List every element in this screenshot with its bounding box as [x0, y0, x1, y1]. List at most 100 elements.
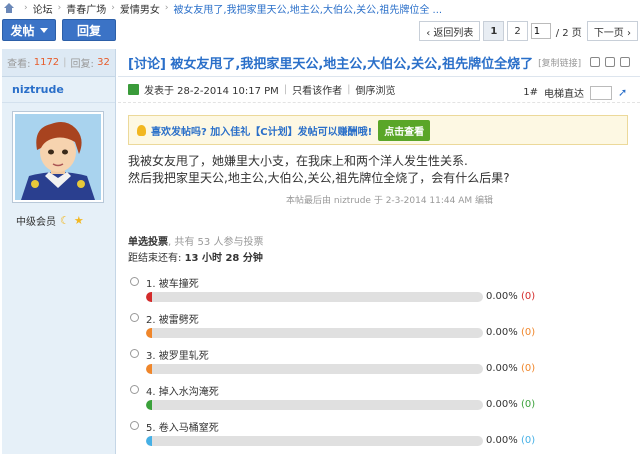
poll-bar	[146, 436, 483, 446]
poll-option: 5. 卷入马桶窒死 0.00% (0)	[128, 419, 628, 454]
floor-number: 1#	[523, 87, 538, 98]
edit-note: 本帖最后由 niztrude 于 2-3-2014 11:44 AM 编辑	[286, 196, 493, 206]
poll-option-label[interactable]: 4. 掉入水沟淹死	[146, 383, 219, 398]
post-title: [讨论] 被女友甩了,我把家里天公,地主公,大伯公,关公,祖先牌位全烧了	[128, 57, 534, 72]
poll-count: (0)	[520, 291, 536, 302]
poll-percent: 0.00% (0)	[486, 363, 536, 374]
views-count: 1172	[33, 57, 60, 68]
breadcrumb: › 论坛 › 青春广场 › 爱情男女 › 被女友甩了,我把家里天公,地主公,大伯…	[0, 0, 640, 16]
post-body-line: 然后我把家里天公,地主公,大伯公,关公,祖先牌位全烧了，会有什么后果?	[128, 171, 510, 185]
breadcrumb-separator: ›	[164, 3, 169, 13]
author-rank: 中级会员 ☾ ★	[16, 213, 84, 228]
posted-time: 发表于 28-2-2014 10:17 PM	[144, 86, 279, 97]
breadcrumb-current[interactable]: 被女友甩了,我把家里天公,地主公,大伯公,关公,祖先牌位全 ...	[173, 1, 442, 16]
poll-bar	[146, 400, 483, 410]
chevron-down-icon	[39, 27, 48, 33]
avatar-portrait-icon	[15, 114, 101, 200]
breadcrumb-separator: ›	[24, 3, 28, 13]
post-body: 我被女友甩了，她嫌里大小支，在我床上和两个洋人发生性关系. 然后我把家里天公,地…	[128, 153, 510, 187]
poll-bar-fill	[146, 364, 152, 374]
title-actions	[590, 57, 630, 67]
post-area: [讨论] 被女友甩了,我把家里天公,地主公,大伯公,关公,祖先牌位全烧了 [复制…	[118, 49, 640, 454]
go-icon[interactable]: ➚	[618, 86, 630, 99]
poll-option-label[interactable]: 3. 被罗里轧死	[146, 347, 209, 362]
next-page-button[interactable]: 下一页 ›	[586, 21, 638, 41]
poll-option: 2. 被雷劈死 0.00% (0)	[128, 311, 628, 347]
pager: ‹ 返回列表 1 2 / 2 页 下一页 ›	[419, 21, 638, 41]
breadcrumb-item-youth[interactable]: 青春广场	[66, 1, 106, 16]
avatar-image	[15, 114, 101, 200]
prev-thread-icon[interactable]	[605, 57, 615, 67]
home-icon[interactable]	[4, 3, 14, 13]
poll-bar	[146, 364, 483, 374]
post-title-row: [讨论] 被女友甩了,我把家里天公,地主公,大伯公,关公,祖先牌位全烧了 [复制…	[118, 49, 640, 77]
poll-count: (0)	[520, 327, 536, 338]
breadcrumb-item-love[interactable]: 爱情男女	[120, 1, 160, 16]
poll-header: 单选投票, 共有 53 人参与投票	[128, 233, 263, 248]
poll-bar	[146, 292, 483, 302]
poll-option: 4. 掉入水沟淹死 0.00% (0)	[128, 383, 628, 419]
poll-option: 1. 被车撞死 0.00% (0)	[128, 275, 628, 311]
copy-link-button[interactable]: [复制链接]	[538, 56, 581, 69]
poll-option-label[interactable]: 5. 卷入马桶窒死	[146, 419, 219, 434]
poll-count: (0)	[520, 363, 536, 374]
thread-stats: 查看: 1172 | 回复: 32	[2, 49, 115, 77]
print-icon[interactable]	[590, 57, 600, 67]
promo-text[interactable]: 喜欢发帖吗? 加入佳礼【C计划】发帖可以赚酬哦!	[151, 123, 372, 138]
replies-label: 回复:	[70, 59, 94, 70]
poll-bar-fill	[146, 328, 152, 338]
poll-count: (0)	[520, 399, 536, 410]
page-total: / 2 页	[555, 27, 582, 39]
poll-bar	[146, 328, 483, 338]
meta-separator: |	[283, 84, 288, 95]
floor-jump: 1# 电梯直达 ➚	[523, 85, 630, 100]
poll-radio[interactable]	[130, 277, 139, 286]
avatar[interactable]	[12, 111, 104, 203]
poll-timer-label: 距结束还有:	[128, 253, 182, 264]
post-button-label: 发帖	[10, 23, 35, 38]
toolbar: 发帖 回复 ‹ 返回列表 1 2 / 2 页 下一页 ›	[0, 19, 640, 45]
star-icon: ★	[73, 214, 84, 227]
poll-type: 单选投票	[128, 237, 168, 248]
moon-icon: ☾	[60, 214, 70, 227]
poll-option-label[interactable]: 1. 被车撞死	[146, 275, 199, 290]
poll-bar-fill	[146, 436, 152, 446]
breadcrumb-separator: ›	[57, 3, 62, 13]
reply-button[interactable]: 回复	[62, 19, 116, 41]
post-body-line: 我被女友甩了，她嫌里大小支，在我床上和两个洋人发生性关系.	[128, 154, 468, 168]
poll-radio[interactable]	[130, 421, 139, 430]
breadcrumb-item-forum[interactable]: 论坛	[33, 1, 53, 16]
poll-percent: 0.00% (0)	[486, 327, 536, 338]
page-2-button[interactable]: 2	[507, 21, 528, 41]
poll-percent: 0.00% (0)	[486, 399, 536, 410]
reverse-order-link[interactable]: 倒序浏览	[356, 82, 396, 97]
page-1-button[interactable]: 1	[483, 21, 505, 41]
back-to-list-button[interactable]: ‹ 返回列表	[419, 21, 481, 41]
post-button[interactable]: 发帖	[2, 19, 56, 41]
reply-button-label: 回复	[76, 23, 101, 38]
author-name[interactable]: niztrude	[2, 77, 115, 103]
jump-label: 电梯直达	[544, 89, 584, 100]
jump-input[interactable]	[590, 85, 612, 100]
promo-notice: 喜欢发帖吗? 加入佳礼【C计划】发帖可以赚酬哦! 点击查看	[128, 115, 628, 145]
author-sidebar: 查看: 1172 | 回复: 32 niztrude 中级会员 ☾ ★	[2, 49, 116, 454]
poll-radio[interactable]	[130, 313, 139, 322]
poll-timer: 距结束还有: 13 小时 28 分钟	[128, 249, 263, 264]
only-author-link[interactable]: 只看该作者	[292, 82, 342, 97]
poll-timer-value: 13 小时 28 分钟	[184, 253, 263, 264]
poll-option-label[interactable]: 2. 被雷劈死	[146, 311, 199, 326]
next-thread-icon[interactable]	[620, 57, 630, 67]
poll-radio[interactable]	[130, 349, 139, 358]
page-input[interactable]	[530, 23, 551, 39]
poll-bar-fill	[146, 292, 152, 302]
promo-view-button[interactable]: 点击查看	[378, 119, 431, 141]
poll-radio[interactable]	[130, 385, 139, 394]
poll-percent: 0.00% (0)	[486, 291, 536, 302]
poll-bar-fill	[146, 400, 152, 410]
poll-voters: , 共有 53 人参与投票	[168, 237, 264, 248]
replies-count: 32	[97, 57, 110, 68]
poll-percent: 0.00% (0)	[486, 435, 536, 446]
rank-label: 中级会员	[16, 217, 56, 228]
bulb-icon	[137, 124, 146, 136]
views-label: 查看:	[7, 59, 31, 70]
